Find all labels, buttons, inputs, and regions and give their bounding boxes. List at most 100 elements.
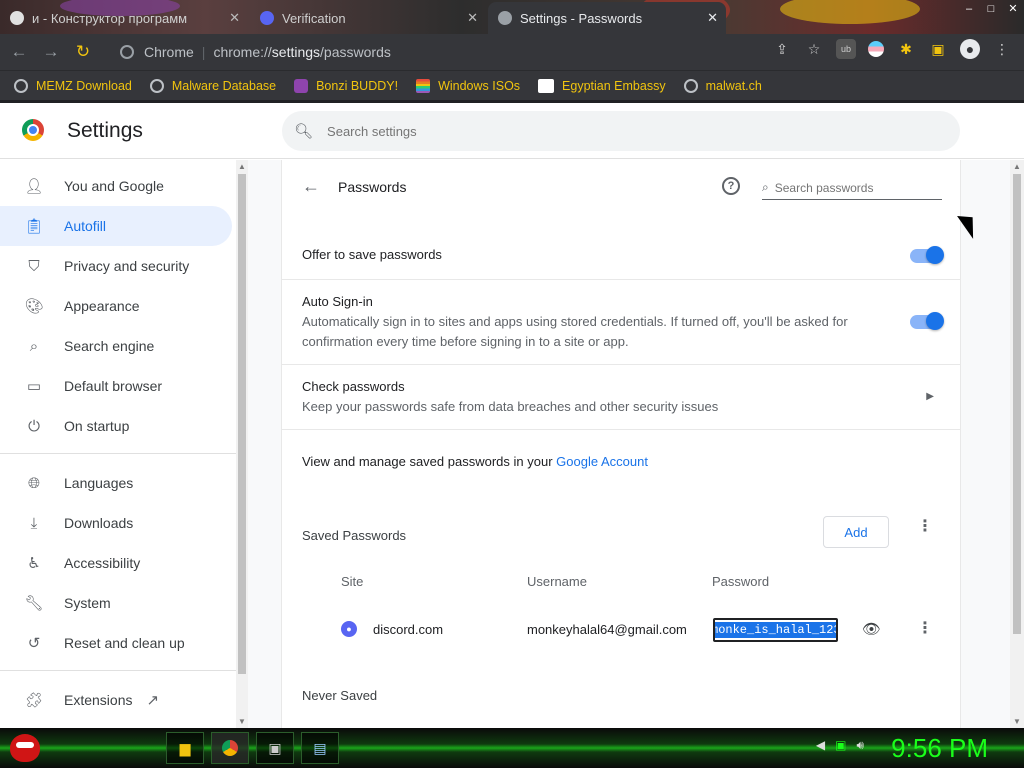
bookmark-label: Egyptian Embassy	[562, 78, 666, 93]
sidebar-item-on-startup[interactable]: ⏻ On startup	[0, 406, 236, 446]
pride-extension-icon[interactable]	[868, 41, 884, 57]
bookmark-windows-isos[interactable]: Windows ISOs	[416, 78, 520, 93]
passwords-header: ← Passwords ? ⌕	[282, 160, 960, 216]
sidebar-scrollbar-thumb[interactable]	[238, 174, 246, 674]
wix-icon	[538, 78, 555, 93]
bookmarks-bar: MEMZ Download Malware Database Bonzi BUD…	[0, 70, 1024, 100]
sidebar-item-reset-and-clean-up[interactable]: ↺ Reset and clean up	[0, 623, 236, 663]
main-scrollbar-thumb[interactable]	[1013, 174, 1021, 634]
back-icon[interactable]: ←	[6, 39, 32, 65]
sidebar-item-languages[interactable]: 🌐︎ Languages	[0, 463, 236, 503]
passwords-search-input[interactable]	[774, 180, 925, 195]
main-scrollbar[interactable]: ▲ ▼	[1010, 160, 1024, 728]
bookmark-malwatch[interactable]: malwat.ch	[683, 78, 762, 93]
sidebar-scrollbar[interactable]: ▲ ▼	[236, 160, 248, 728]
palette-icon: 🎨︎	[24, 298, 44, 315]
taskbar-chrome-button[interactable]	[211, 732, 249, 764]
bookmark-memz[interactable]: MEMZ Download	[14, 78, 132, 93]
scroll-down-icon[interactable]: ▼	[1013, 717, 1021, 726]
google-account-link[interactable]: Google Account	[556, 454, 648, 469]
browser-toolbar: ← → ↻ Chrome | chrome:// settings /passw…	[0, 34, 1024, 70]
sidebar-item-autofill[interactable]: 📋︎ Autofill	[0, 206, 232, 246]
tray-expand-icon[interactable]: ◀	[816, 738, 825, 753]
close-window-icon[interactable]: ✕	[1002, 0, 1024, 18]
offer-to-save-toggle[interactable]	[910, 246, 944, 264]
sidebar-item-label: Extensions	[64, 692, 133, 708]
sidebar-item-you-and-google[interactable]: 👤︎ You and Google	[0, 166, 236, 206]
maximize-icon[interactable]: □	[980, 0, 1002, 18]
forward-icon[interactable]: →	[38, 39, 64, 65]
scroll-down-icon[interactable]: ▼	[238, 717, 246, 726]
reload-icon[interactable]: ↻	[70, 39, 96, 65]
scroll-up-icon[interactable]: ▲	[1013, 162, 1021, 171]
manage-passwords-text: View and manage saved passwords in your …	[302, 454, 648, 469]
tab-constructor[interactable]: и - Конструктор программ ✕	[0, 2, 248, 34]
bookmark-egyptian-embassy[interactable]: Egyptian Embassy	[538, 78, 666, 93]
taskbar-clock[interactable]: 9:56 PM	[891, 733, 988, 764]
address-bar[interactable]: Chrome | chrome:// settings /passwords	[108, 39, 828, 65]
search-icon: 🔍︎	[294, 123, 314, 140]
passwords-search-box[interactable]: ⌕	[762, 176, 942, 200]
profile-avatar-icon[interactable]: ●	[960, 39, 980, 59]
sidebar-item-extensions[interactable]: 🧩︎ Extensions ↗	[0, 680, 236, 720]
taskbar-window-button[interactable]: ▤	[301, 732, 339, 764]
password-site: discord.com	[373, 622, 444, 637]
hide-password-icon[interactable]: 👁︎	[862, 620, 881, 638]
taskbar-monitor-button[interactable]: ▣	[256, 732, 294, 764]
add-password-button[interactable]: Add	[823, 516, 889, 548]
sidebar-divider	[0, 453, 236, 454]
globe-icon: 🌐︎	[27, 474, 40, 492]
toolbar-actions: ⇪ ☆ ub ✱ ▣ ● ⋮	[772, 39, 1012, 59]
help-icon[interactable]: ?	[722, 177, 740, 195]
settings-search-input[interactable]	[327, 123, 828, 139]
minimize-icon[interactable]: –	[958, 0, 980, 18]
taskbar: ▆ ▣ ▤ ◀ ▣ 🔊︎ 9:56 PM	[0, 728, 1024, 768]
column-header-username: Username	[527, 574, 587, 589]
password-row-menu-icon[interactable]: ⋮	[917, 621, 933, 637]
saved-passwords-menu-icon[interactable]: ⋮	[917, 519, 933, 535]
taskbar-explorer-button[interactable]: ▆	[166, 732, 204, 764]
scroll-up-icon[interactable]: ▲	[238, 162, 246, 171]
close-icon[interactable]: ✕	[707, 10, 718, 26]
bookmark-bonzi-buddy[interactable]: Bonzi BUDDY!	[294, 78, 398, 93]
sidebar-item-accessibility[interactable]: ♿︎ Accessibility	[0, 543, 236, 583]
bookmark-malware-database[interactable]: Malware Database	[149, 78, 276, 93]
manage-prefix: View and manage saved passwords in your	[302, 454, 553, 469]
passwords-title: Passwords	[338, 179, 407, 195]
sidebar-item-label: Privacy and security	[64, 258, 190, 274]
sidebar-item-label: Default browser	[64, 378, 163, 394]
check-passwords-row[interactable]: Check passwords Keep your passwords safe…	[282, 365, 960, 430]
volume-icon[interactable]: 🔊︎	[856, 738, 864, 753]
sidebar-item-privacy-and-security[interactable]: ⛉ Privacy and security	[0, 246, 236, 286]
tab-label: и - Конструктор программ	[32, 10, 188, 26]
sidebar-item-system[interactable]: 🔧︎ System	[0, 583, 236, 623]
sidebar-item-default-browser[interactable]: ▭ Default browser	[0, 366, 236, 406]
bookmark-star-icon[interactable]: ☆	[804, 39, 824, 59]
extensions-puzzle-icon[interactable]: ✱	[896, 39, 916, 59]
shield-icon: ⛉	[28, 257, 40, 275]
settings-search-box[interactable]: 🔍︎	[282, 111, 960, 151]
sidebar-item-label: You and Google	[64, 178, 164, 194]
auto-signin-toggle[interactable]	[910, 312, 944, 330]
discord-icon: ●	[341, 621, 357, 637]
network-icon[interactable]: ▣	[835, 738, 846, 753]
sidebar-item-downloads[interactable]: ⤓ Downloads	[0, 503, 236, 543]
password-field[interactable]: monke_is_halal_123	[713, 618, 838, 642]
close-icon[interactable]: ✕	[467, 10, 478, 26]
sidebar-item-search-engine[interactable]: ⌕ Search engine	[0, 326, 236, 366]
sidebar-item-appearance[interactable]: 🎨︎ Appearance	[0, 286, 236, 326]
more-menu-icon[interactable]: ⋮	[992, 39, 1012, 59]
share-icon[interactable]: ⇪	[772, 39, 792, 59]
passwords-card: ← Passwords ? ⌕ Offer to save passwords …	[281, 160, 961, 728]
ublock-icon[interactable]: ub	[836, 39, 856, 59]
tab-settings-passwords[interactable]: Settings - Passwords ✕	[488, 2, 726, 34]
back-arrow-icon[interactable]: ←	[302, 176, 320, 197]
tab-verification[interactable]: Verification ✕	[250, 2, 486, 34]
accessibility-icon: ♿︎	[27, 555, 41, 572]
start-button[interactable]	[6, 730, 46, 766]
side-panel-icon[interactable]: ▣	[928, 39, 948, 59]
address-url-prefix: chrome://	[213, 44, 272, 60]
auto-signin-label: Auto Sign-in	[302, 294, 373, 309]
column-header-password: Password	[712, 574, 770, 589]
close-icon[interactable]: ✕	[229, 10, 240, 26]
